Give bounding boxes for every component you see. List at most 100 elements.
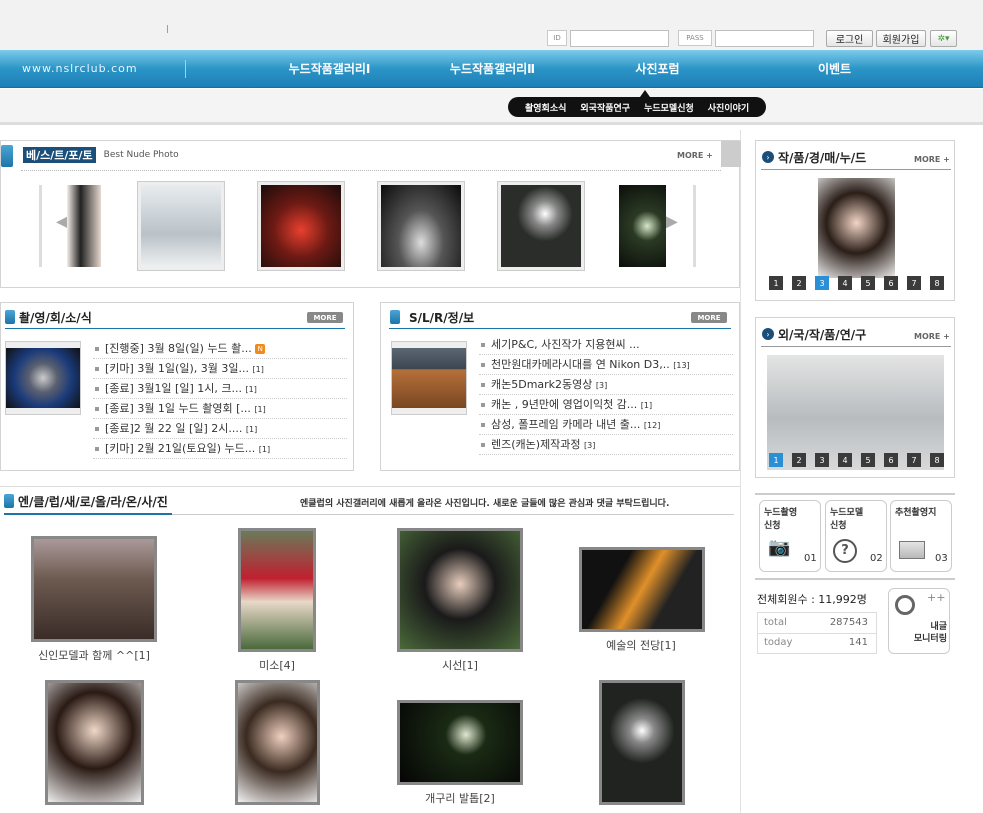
list-item[interactable]: [종료]2 월 22 일 [일] 2시.... [1] [93, 419, 347, 439]
best-thumb[interactable] [619, 185, 666, 267]
subnav-model-apply[interactable]: 누드모델신청 [644, 101, 694, 114]
list-item[interactable]: 캐논5Dmark2동영상 [3] [479, 375, 733, 395]
page-button[interactable]: 2 [792, 453, 806, 467]
list-item[interactable]: [키마] 2월 21일(토요일) 누드... [1] [93, 439, 347, 459]
nav-divider [185, 60, 186, 78]
list-item[interactable]: 세기P&C, 사진작가 지용현씨 ... [479, 335, 733, 355]
gallery-caption[interactable]: 예술의 전당[1] [571, 637, 711, 653]
gallery-caption[interactable]: 시선[1] [400, 657, 520, 673]
page-button[interactable]: 3 [815, 276, 829, 290]
comment-count: [13] [673, 361, 690, 370]
item-title[interactable]: [진행중] 3월 8일(일) 누드 촬... [105, 342, 252, 355]
sub-nav: 촬영회소식 외국작품연구 누드모델신청 사진이야기 [508, 97, 767, 117]
nav-item-event[interactable]: 이벤트 [782, 50, 887, 88]
auction-title: 작/품/경/매/누/드 [778, 151, 867, 165]
list-item[interactable]: 렌즈(캐논)제작과정 [3] [479, 435, 733, 455]
list-item[interactable]: 캐논 , 9년만에 영업이익첫 감... [1] [479, 395, 733, 415]
subnav-foreign-works[interactable]: 외국작품연구 [580, 101, 630, 114]
lang-icon[interactable]: ✲▾ [930, 30, 957, 47]
page-button[interactable]: 8 [930, 453, 944, 467]
item-title[interactable]: 캐논 , 9년만에 영업이익첫 감... [491, 398, 637, 411]
item-title[interactable]: [종료]2 월 22 일 [일] 2시.... [105, 422, 242, 435]
best-more-link[interactable]: MORE + [677, 151, 713, 160]
item-title[interactable]: 천만원대카메라시대를 연 Nikon D3,.. [491, 358, 670, 371]
quick-model-apply[interactable]: 누드모델 신청 ? 02 [825, 500, 887, 572]
list-item[interactable]: 삼성, 폴프레임 카메라 내년 출... [12] [479, 415, 733, 435]
divider [761, 169, 951, 170]
list-item[interactable]: [키마] 3월 1일(일), 3월 3일... [1] [93, 359, 347, 379]
foreign-more[interactable]: MORE + [914, 332, 950, 341]
my-post-monitor-button[interactable]: ++ 내글 모니터링 [888, 588, 950, 654]
magnifier-icon [895, 595, 915, 615]
divider [172, 514, 734, 515]
page-button[interactable]: 5 [861, 453, 875, 467]
shoot-news-panel: 촬/영/회/소/식 MORE [진행중] 3월 8일(일) 누드 촬... N … [0, 302, 354, 471]
page-button[interactable]: 5 [861, 276, 875, 290]
gallery-thumb[interactable] [45, 680, 144, 805]
divider [755, 493, 955, 495]
gallery-caption[interactable]: 신인모델과 함께 ^^[1] [20, 647, 168, 663]
page-button[interactable]: 1 [769, 453, 783, 467]
slr-info-more[interactable]: MORE [691, 312, 727, 323]
item-title[interactable]: [키마] 2월 21일(토요일) 누드... [105, 442, 255, 455]
gallery-thumb[interactable] [397, 700, 523, 785]
item-title[interactable]: 세기P&C, 사진작가 지용현씨 ... [491, 338, 640, 351]
slr-info-thumb[interactable] [391, 341, 467, 415]
subnav-shoot-news[interactable]: 촬영회소식 [525, 101, 566, 114]
login-button[interactable]: 로그인 [826, 30, 873, 47]
gallery-thumb[interactable] [235, 680, 320, 805]
item-title[interactable]: [키마] 3월 1일(일), 3월 3일... [105, 362, 249, 375]
nav-item-gallery-2[interactable]: 누드작품갤러리Ⅱ [425, 50, 560, 88]
shoot-news-more[interactable]: MORE [307, 312, 343, 323]
list-item[interactable]: [종료] 3월1일 [일] 1시, 크... [1] [93, 379, 347, 399]
page-button[interactable]: 4 [838, 276, 852, 290]
shoot-news-thumb[interactable] [5, 341, 81, 415]
item-title[interactable]: 렌즈(캐논)제작과정 [491, 438, 581, 451]
today-value: 141 [848, 637, 868, 648]
gallery-thumb[interactable] [397, 528, 523, 652]
gallery-caption[interactable]: 미소[4] [217, 657, 337, 673]
best-thumb[interactable] [137, 181, 225, 271]
password-input[interactable] [715, 30, 814, 47]
id-input[interactable] [570, 30, 669, 47]
page-button[interactable]: 2 [792, 276, 806, 290]
left-column-divider [740, 130, 741, 813]
list-item[interactable]: [종료] 3월 1일 누드 촬영회 [... [1] [93, 399, 347, 419]
best-thumb[interactable] [67, 185, 101, 267]
list-item[interactable]: [진행중] 3월 8일(일) 누드 촬... N [93, 339, 347, 359]
slr-info-list: 세기P&C, 사진작가 지용현씨 ... 천만원대카메라시대를 연 Nikon … [479, 335, 733, 455]
site-url[interactable]: www.nslrclub.com [22, 50, 162, 88]
gallery-thumb[interactable] [238, 528, 316, 652]
page-button[interactable]: 3 [815, 453, 829, 467]
subnav-photo-story[interactable]: 사진이야기 [708, 101, 749, 114]
list-item[interactable]: 천만원대카메라시대를 연 Nikon D3,.. [13] [479, 355, 733, 375]
item-title[interactable]: 캐논5Dmark2동영상 [491, 378, 592, 391]
top-tick [167, 25, 168, 33]
best-thumb[interactable] [497, 181, 585, 271]
page-button[interactable]: 4 [838, 453, 852, 467]
auction-more[interactable]: MORE + [914, 155, 950, 164]
gallery-thumb[interactable] [579, 547, 705, 632]
best-thumb[interactable] [377, 181, 465, 271]
comment-count: [3] [595, 381, 608, 390]
nav-item-photo-forum[interactable]: 사진포럼 [605, 50, 710, 88]
page-button[interactable]: 6 [884, 453, 898, 467]
gallery-thumb[interactable] [31, 536, 157, 642]
gallery-caption[interactable]: 개구리 발톱[2] [400, 790, 520, 806]
item-title[interactable]: 삼성, 폴프레임 카메라 내년 출... [491, 418, 640, 431]
join-button[interactable]: 회원가입 [876, 30, 926, 47]
item-title[interactable]: [종료] 3월1일 [일] 1시, 크... [105, 382, 242, 395]
page-button[interactable]: 8 [930, 276, 944, 290]
gallery-thumb[interactable] [599, 680, 685, 805]
auction-photo[interactable] [818, 178, 895, 278]
nav-item-gallery-1[interactable]: 누드작품갤러리Ⅰ [262, 50, 397, 88]
quick-model-shoot[interactable]: 누드촬영 신청 📷 01 [759, 500, 821, 572]
best-thumb[interactable] [257, 181, 345, 271]
page-button[interactable]: 7 [907, 276, 921, 290]
page-button[interactable]: 7 [907, 453, 921, 467]
page-button[interactable]: 1 [769, 276, 783, 290]
item-title[interactable]: [종료] 3월 1일 누드 촬영회 [... [105, 402, 251, 415]
page-button[interactable]: 6 [884, 276, 898, 290]
quick-location[interactable]: 추천촬영지 03 [890, 500, 952, 572]
next-arrow-icon[interactable]: ▶ [664, 211, 678, 232]
